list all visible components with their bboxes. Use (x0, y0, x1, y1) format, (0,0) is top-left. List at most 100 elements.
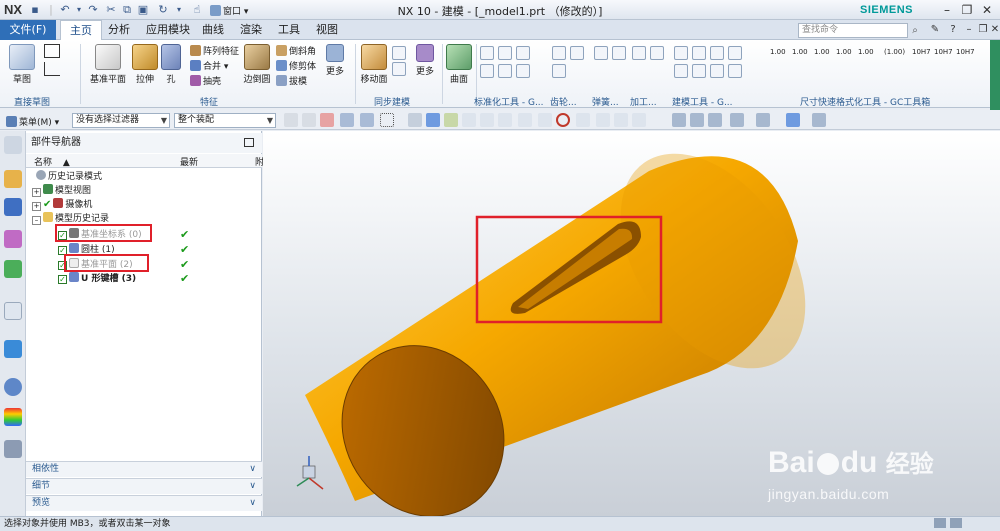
filter-tool-1-icon[interactable] (284, 113, 298, 127)
view-tool-1-icon[interactable] (672, 113, 686, 127)
snap-tool-8-icon[interactable] (538, 113, 552, 127)
more-sync-button[interactable]: 更多 (410, 44, 440, 77)
file-menu[interactable]: 文件(F) (0, 20, 56, 40)
gear-tool-1-icon[interactable] (552, 46, 566, 60)
panel-details[interactable]: 细节 ∨ (26, 478, 262, 494)
search-icon[interactable]: ⌕ (908, 23, 922, 38)
surface-button[interactable]: 曲面 (445, 44, 473, 85)
reuse-library-icon[interactable] (4, 260, 22, 278)
modeling-tool-6-icon[interactable] (692, 64, 706, 78)
hole-button[interactable]: 孔 (160, 44, 182, 85)
snap-tool-12-icon[interactable] (632, 113, 646, 127)
draft-button[interactable]: 拔模 (276, 74, 307, 87)
line-icon[interactable] (44, 44, 60, 58)
tab-view[interactable]: 视图 (312, 20, 342, 40)
std-tool-1-icon[interactable] (480, 46, 494, 60)
snap-tool-11-icon[interactable] (614, 113, 628, 127)
panel-preview[interactable]: 预览 ∨ (26, 495, 262, 511)
std-tool-2-icon[interactable] (498, 46, 512, 60)
expand-icon[interactable]: + (32, 202, 41, 211)
assembly-navigator-icon[interactable] (4, 170, 22, 188)
filter-tool-2-icon[interactable] (302, 113, 316, 127)
sketch-button[interactable]: 草图 (6, 44, 38, 85)
snap-tool-5-icon[interactable] (480, 113, 494, 127)
snap-center-icon[interactable] (556, 113, 570, 127)
history-icon[interactable] (4, 378, 22, 396)
dim-format-2[interactable]: 1.00 (792, 48, 808, 56)
modeling-tool-3-icon[interactable] (710, 46, 724, 60)
dim-format-1[interactable]: 1.00 (770, 48, 786, 56)
chamfer-button[interactable]: 倒斜角 (276, 44, 316, 57)
sub-close-icon[interactable]: ✕ (986, 22, 1000, 38)
dim-format-5[interactable]: 1.00 (858, 48, 874, 56)
command-search-input[interactable]: 查找命令 (798, 23, 908, 38)
constraint-navigator-icon[interactable] (4, 198, 22, 216)
maximize-panel-icon[interactable] (244, 138, 254, 147)
view-tool-6-icon[interactable] (786, 113, 800, 127)
tab-render[interactable]: 渲染 (236, 20, 266, 40)
spring-tool-2-icon[interactable] (612, 46, 626, 60)
snap-tool-4-icon[interactable] (462, 113, 476, 127)
edge-blend-button[interactable]: 边倒圆 (240, 44, 274, 85)
dim-format-9[interactable]: 10H7 (956, 48, 975, 56)
trim-body-button[interactable]: 修剪体 (276, 59, 316, 72)
hd3d-tools-icon[interactable] (4, 302, 22, 320)
snap-tool-7-icon[interactable] (518, 113, 532, 127)
tab-analysis[interactable]: 分析 (104, 20, 134, 40)
view-tool-3-icon[interactable] (708, 113, 722, 127)
restore-icon[interactable]: ❐ (958, 2, 976, 18)
std-tool-5-icon[interactable] (498, 64, 512, 78)
snap-tool-2-icon[interactable] (426, 113, 440, 127)
filter-tool-3-icon[interactable] (320, 113, 334, 127)
resource-strip[interactable] (990, 40, 1000, 120)
snap-tool-10-icon[interactable] (596, 113, 610, 127)
main-menu-button[interactable]: 菜单(M) ▾ (6, 115, 59, 128)
assembly-scope-dropdown[interactable]: 整个装配 ▼ (174, 113, 276, 128)
machining-tool-2-icon[interactable] (650, 46, 664, 60)
dim-format-7[interactable]: 10H7 (912, 48, 931, 56)
gear-tool-2-icon[interactable] (570, 46, 584, 60)
system-materials-icon[interactable] (4, 408, 22, 426)
tab-home[interactable]: 主页 (60, 20, 102, 40)
modeling-tool-5-icon[interactable] (674, 64, 688, 78)
std-tool-4-icon[interactable] (480, 64, 494, 78)
dim-format-8[interactable]: 10H7 (934, 48, 953, 56)
datum-plane-button[interactable]: 基准平面 (88, 44, 128, 85)
role-icon[interactable] (4, 440, 22, 458)
column-name[interactable]: 名称 ▲ (34, 155, 70, 168)
part-navigator-icon[interactable] (4, 230, 22, 248)
tab-tools[interactable]: 工具 (274, 20, 304, 40)
expand-icon[interactable]: + (32, 188, 41, 197)
arc-icon[interactable] (44, 62, 60, 76)
snap-tool-6-icon[interactable] (498, 113, 512, 127)
dim-format-6[interactable]: (1.00) (884, 48, 905, 56)
status-icon[interactable] (950, 518, 962, 528)
selection-filter-dropdown[interactable]: 没有选择过滤器 ▼ (72, 113, 170, 128)
web-browser-icon[interactable] (4, 340, 22, 358)
move-face-button[interactable]: 移动面 (358, 44, 390, 85)
settings-gear-icon[interactable] (4, 136, 22, 154)
tree-row-model-views[interactable]: + 模型视图 (32, 184, 91, 197)
checkbox-icon[interactable]: ✓ (58, 275, 67, 284)
tree-row-history-mode[interactable]: 历史记录模式 (36, 170, 102, 183)
modeling-tool-8-icon[interactable] (728, 64, 742, 78)
std-tool-3-icon[interactable] (516, 46, 530, 60)
shell-button[interactable]: 抽壳 (190, 74, 221, 87)
close-icon[interactable]: ✕ (978, 2, 996, 18)
more-feature-button[interactable]: 更多 (320, 44, 350, 77)
view-tool-4-icon[interactable] (730, 113, 744, 127)
gear-tool-3-icon[interactable] (552, 64, 566, 78)
modeling-tool-1-icon[interactable] (674, 46, 688, 60)
tab-application[interactable]: 应用模块 (140, 20, 196, 40)
column-latest[interactable]: 最新 (180, 155, 198, 168)
machining-tool-1-icon[interactable] (632, 46, 646, 60)
tab-curve[interactable]: 曲线 (198, 20, 228, 40)
extrude-button[interactable]: 拉伸 (130, 44, 160, 85)
filter-tool-4-icon[interactable] (340, 113, 354, 127)
status-icon[interactable] (934, 518, 946, 528)
unite-button[interactable]: 合并 ▾ (190, 59, 228, 72)
sync-tool-1-icon[interactable] (392, 46, 406, 60)
dim-format-3[interactable]: 1.00 (814, 48, 830, 56)
spring-tool-1-icon[interactable] (594, 46, 608, 60)
rect-select-icon[interactable] (380, 113, 394, 127)
